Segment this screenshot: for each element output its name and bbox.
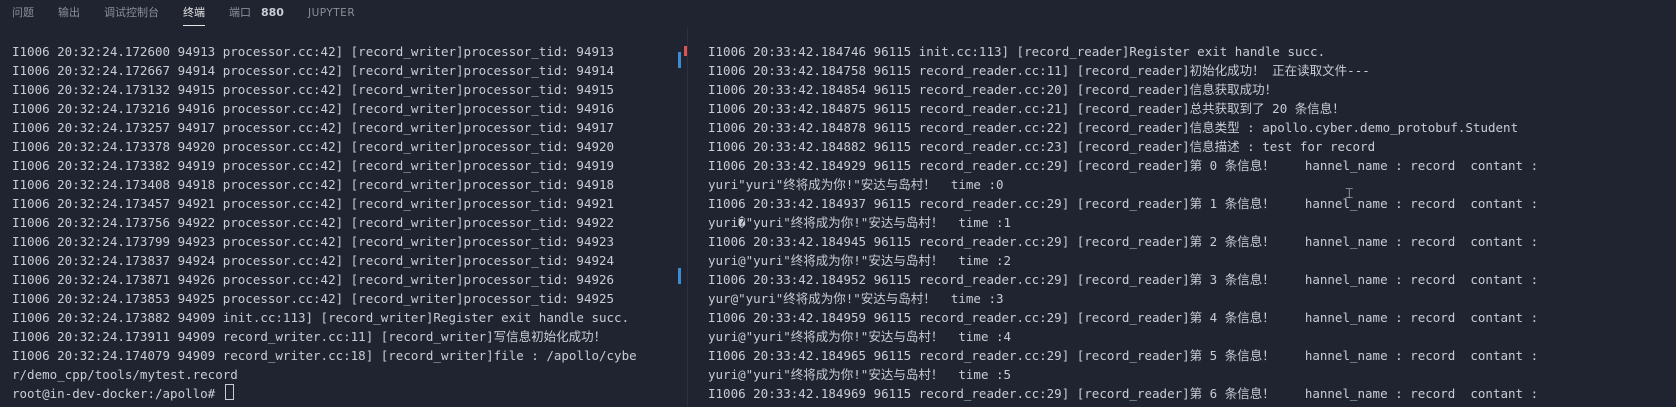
terminal-line: I1006 20:32:24.173853 94925 processor.cc…: [12, 291, 615, 306]
terminal-right[interactable]: I1006 20:33:42.184746 96115 init.cc:113]…: [688, 38, 1676, 407]
tab-label: 终端: [183, 6, 205, 19]
tab-label: 输出: [58, 6, 80, 19]
terminal-line: I1006 20:32:24.173132 94915 processor.cc…: [12, 82, 615, 97]
terminal-line: I1006 20:32:24.173216 94916 processor.cc…: [12, 101, 615, 116]
panel-tab-bar: 问题 输出 调试控制台 终端 端口 880 JUPYTER: [0, 0, 1676, 28]
terminal-line: I1006 20:33:42.184878 96115 record_reade…: [708, 120, 1519, 135]
tab-ports[interactable]: 端口 880: [229, 0, 284, 28]
terminal-line: I1006 20:33:42.184959 96115 record_reade…: [708, 310, 1539, 325]
shell-prompt: root@in-dev-docker:/apollo#: [12, 386, 216, 401]
terminal-line: I1006 20:32:24.173799 94923 processor.cc…: [12, 234, 615, 249]
terminal-line: I1006 20:32:24.173257 94917 processor.cc…: [12, 120, 615, 135]
terminal-line: yuri@"yuri"终将成为你!"安达与岛村！ time :4: [708, 329, 1012, 344]
terminal-line: I1006 20:32:24.173871 94926 processor.cc…: [12, 272, 615, 287]
terminal-line: I1006 20:32:24.173378 94920 processor.cc…: [12, 139, 615, 154]
terminal-line: I1006 20:33:42.184929 96115 record_reade…: [708, 158, 1539, 173]
terminal-line: I1006 20:32:24.173911 94909 record_write…: [12, 329, 607, 344]
terminal-line: I1006 20:32:24.173408 94918 processor.cc…: [12, 177, 615, 192]
terminal-line: I1006 20:33:42.184854 96115 record_reade…: [708, 82, 1278, 97]
terminal-prompt-line[interactable]: root@in-dev-docker:/apollo#: [12, 384, 637, 403]
tab-output[interactable]: 输出: [58, 0, 80, 28]
terminal-line: I1006 20:33:42.184952 96115 record_reade…: [708, 272, 1539, 287]
terminal-output: I1006 20:32:24.172600 94913 processor.cc…: [12, 42, 637, 403]
terminal-line: I1006 20:33:42.184969 96115 record_reade…: [708, 386, 1539, 401]
tab-terminal[interactable]: 终端: [183, 0, 205, 28]
text-cursor-icon: ⌶: [1345, 186, 1354, 202]
terminal-line: yur@"yuri"终将成为你!"安达与岛村！ time :3: [708, 291, 1004, 306]
terminal-line: yuri�"yuri"终将成为你!"安达与岛村！ time :1: [708, 215, 1012, 230]
scrollbar-error-marker: [684, 46, 687, 56]
scrollbar-marker: [678, 268, 681, 284]
terminal-line: yuri@"yuri"终将成为你!"安达与岛村！ time :5: [708, 367, 1012, 382]
terminal-line: I1006 20:33:42.184746 96115 init.cc:113]…: [708, 44, 1326, 59]
terminal-line: I1006 20:33:42.184937 96115 record_reade…: [708, 196, 1539, 211]
ports-count-badge: 880: [261, 6, 284, 19]
terminal-line: I1006 20:32:24.173837 94924 processor.cc…: [12, 253, 615, 268]
terminal-left[interactable]: I1006 20:32:24.172600 94913 processor.cc…: [0, 38, 678, 407]
scrollbar-marker: [678, 52, 681, 68]
terminal-line: I1006 20:33:42.184945 96115 record_reade…: [708, 234, 1539, 249]
terminal-line: I1006 20:32:24.172600 94913 processor.cc…: [12, 44, 615, 59]
terminal-line: I1006 20:32:24.172667 94914 processor.cc…: [12, 63, 615, 78]
terminal-line: yuri@"yuri"终将成为你!"安达与岛村！ time :2: [708, 253, 1012, 268]
tab-jupyter[interactable]: JUPYTER: [308, 0, 355, 28]
terminal-cursor: [224, 384, 234, 400]
tab-label: 调试控制台: [104, 6, 159, 19]
terminal-line: I1006 20:32:24.173756 94922 processor.cc…: [12, 215, 615, 230]
terminal-line: r/demo_cpp/tools/mytest.record: [12, 367, 238, 382]
tab-problems[interactable]: 问题: [12, 0, 34, 28]
tab-label: JUPYTER: [307, 7, 356, 19]
tab-debug-console[interactable]: 调试控制台: [104, 0, 159, 28]
terminal-line: I1006 20:33:42.184875 96115 record_reade…: [708, 101, 1345, 116]
terminal-line: I1006 20:32:24.173457 94921 processor.cc…: [12, 196, 615, 211]
terminal-line: I1006 20:32:24.173382 94919 processor.cc…: [12, 158, 615, 173]
terminal-line: yuri"yuri"终将成为你!"安达与岛村！ time :0: [708, 177, 1004, 192]
terminal-line: I1006 20:33:42.184882 96115 record_reade…: [708, 139, 1376, 154]
terminal-line: I1006 20:32:24.174079 94909 record_write…: [12, 348, 637, 363]
terminal-output: I1006 20:33:42.184746 96115 init.cc:113]…: [708, 42, 1538, 403]
terminal-line: I1006 20:33:42.184758 96115 record_reade…: [708, 63, 1370, 78]
tab-label: 端口: [229, 6, 251, 19]
terminal-line: I1006 20:33:42.184965 96115 record_reade…: [708, 348, 1539, 363]
tab-label: 问题: [12, 6, 34, 19]
terminal-line: I1006 20:32:24.173882 94909 init.cc:113]…: [12, 310, 630, 325]
